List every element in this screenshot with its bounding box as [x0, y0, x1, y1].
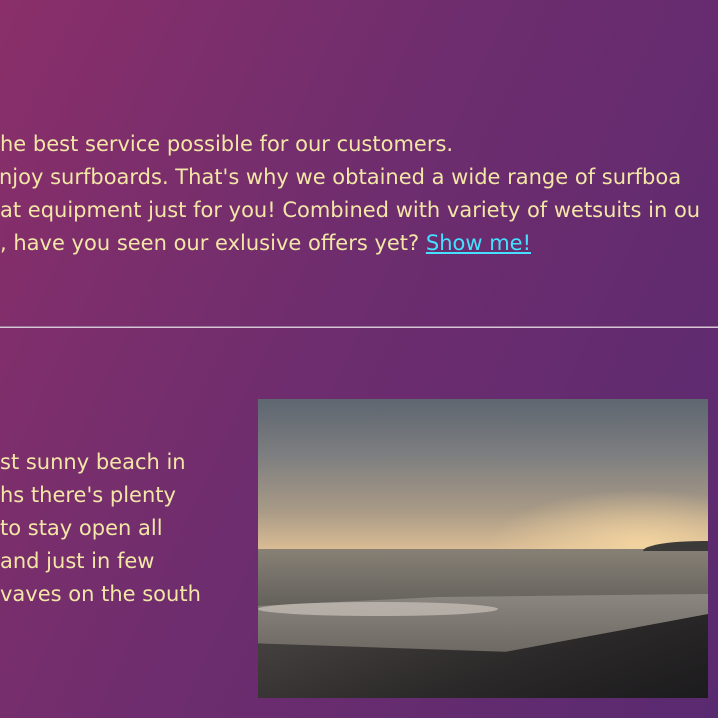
beach-text-line: st sunny beach in	[0, 450, 186, 474]
beach-text-line: to stay open all	[0, 516, 163, 540]
beach-text-line: and just in few	[0, 549, 155, 573]
intro-text-line: he best service possible for our custome…	[0, 132, 454, 156]
show-me-link[interactable]: Show me!	[426, 231, 531, 255]
beach-text-line: vaves on the south	[0, 582, 201, 606]
intro-text-line: at equipment just for you! Combined with…	[0, 198, 701, 222]
intro-text-line: , have you seen our exlusive offers yet?…	[0, 227, 718, 260]
intro-section: he best service possible for our custome…	[0, 128, 718, 260]
section-divider	[0, 326, 718, 328]
intro-text-line: njoy surfboards. That's why we obtained …	[0, 165, 682, 189]
beach-sunset-photo	[258, 399, 708, 698]
beach-text-line: hs there's plenty	[0, 483, 176, 507]
intro-text-fragment: , have you seen our exlusive offers yet?	[0, 231, 426, 255]
photo-foam	[258, 602, 498, 616]
beach-description: st sunny beach in hs there's plenty to s…	[0, 446, 230, 611]
